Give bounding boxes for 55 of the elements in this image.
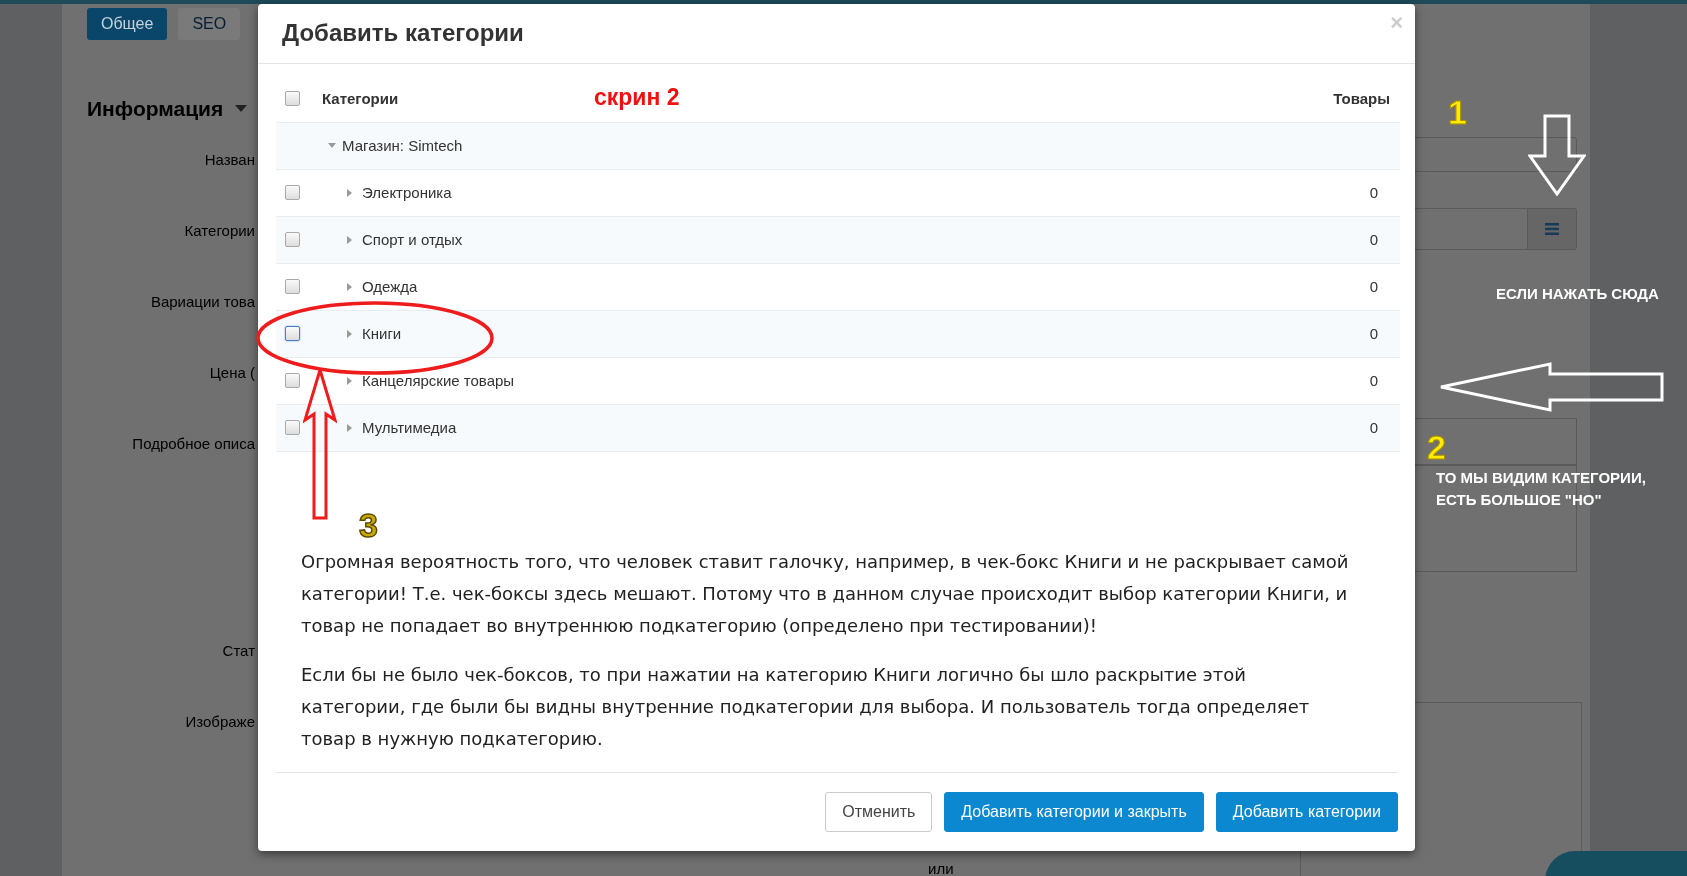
product-count: 0	[1369, 325, 1378, 343]
checkbox[interactable]	[285, 185, 300, 201]
annotation-number: 3	[359, 508, 378, 542]
tree-item[interactable]: Электроника	[362, 184, 452, 202]
checkbox[interactable]	[285, 91, 300, 107]
product-count: 0	[1369, 278, 1378, 296]
caret-icon[interactable]	[235, 105, 248, 113]
expand-triangle-icon[interactable]	[328, 141, 336, 150]
section-title: Информация	[87, 97, 224, 121]
field-label: Стат	[222, 642, 255, 659]
field-label: Назван	[204, 151, 255, 168]
annotation-caption: ТО МЫ ВИДИМ КАТЕГОРИИ, ЕСТЬ БОЛЬШОЕ "НО"	[1436, 468, 1647, 510]
checkbox[interactable]	[285, 279, 300, 295]
paragraph: Если бы не было чек-боксов, то при нажатии на категорию Книги логично бы шло раскрытие этой категории, где были бы видны внутренние подкатегории для выбора. И пользователь тогда определяет товар в нужную подкатегорию.	[301, 662, 1311, 751]
tree-item[interactable]: Мультимедиа	[362, 419, 457, 437]
product-count: 0	[1369, 184, 1378, 202]
cancel-button[interactable]: Отменить	[825, 791, 933, 832]
product-count: 0	[1369, 419, 1378, 437]
annotation-label: скрин 2	[594, 84, 680, 111]
add-button[interactable]: Добавить категории	[1215, 791, 1398, 832]
add-button[interactable]: Добавить категории и закрыть	[944, 791, 1204, 832]
expand-triangle-icon[interactable]	[345, 188, 353, 197]
expand-triangle-icon[interactable]	[345, 376, 353, 385]
field-label: Изображе	[185, 713, 255, 730]
field-label: Вариации това	[150, 293, 255, 310]
checkbox[interactable]	[285, 232, 300, 248]
expand-triangle-icon[interactable]	[345, 423, 353, 432]
field-label: Подробное описа	[132, 435, 255, 452]
dialog-title: Добавить категории	[282, 19, 524, 48]
paragraph: Огромная вероятность того, что человек ставит галочку, например, в чек-бокс Книги и не раскрывает самой категории! Т.е. чек-боксы здесь мешают. Потому что в данном случае происходит выбор категории Книги, и товар не попадает во внутреннюю подкатегорию (определено при тестировании)!	[301, 549, 1350, 638]
field-label: Цена (	[209, 364, 255, 381]
field-label: Категории	[184, 222, 255, 239]
tree-item[interactable]: Книги	[362, 325, 402, 343]
tree-item[interactable]: Одежда	[362, 278, 418, 296]
expand-triangle-icon[interactable]	[345, 329, 353, 338]
menu-icon	[1545, 223, 1559, 235]
column-header: Товары	[1333, 90, 1390, 108]
footer-text: или	[928, 860, 954, 876]
tab[interactable]: Общее	[87, 8, 168, 40]
product-count: 0	[1369, 231, 1378, 249]
expand-triangle-icon[interactable]	[345, 235, 353, 244]
checkbox[interactable]	[285, 373, 300, 389]
menu-button[interactable]	[1527, 208, 1577, 250]
tree-item[interactable]: Магазин: Simtech	[342, 137, 463, 155]
annotation-number: 1	[1448, 95, 1467, 129]
annotation-caption: ЕСЛИ НАЖАТЬ СЮДА	[1496, 284, 1659, 304]
checkbox[interactable]	[285, 326, 300, 342]
checkbox[interactable]	[285, 420, 300, 436]
product-count: 0	[1369, 372, 1378, 390]
column-header: Категории	[322, 90, 399, 108]
tab[interactable]: SEO	[178, 8, 241, 40]
tree-item[interactable]: Канцелярские товары	[362, 372, 515, 390]
tree-item[interactable]: Спорт и отдых	[362, 231, 463, 249]
annotation-number: 2	[1427, 430, 1446, 464]
expand-triangle-icon[interactable]	[345, 282, 353, 291]
